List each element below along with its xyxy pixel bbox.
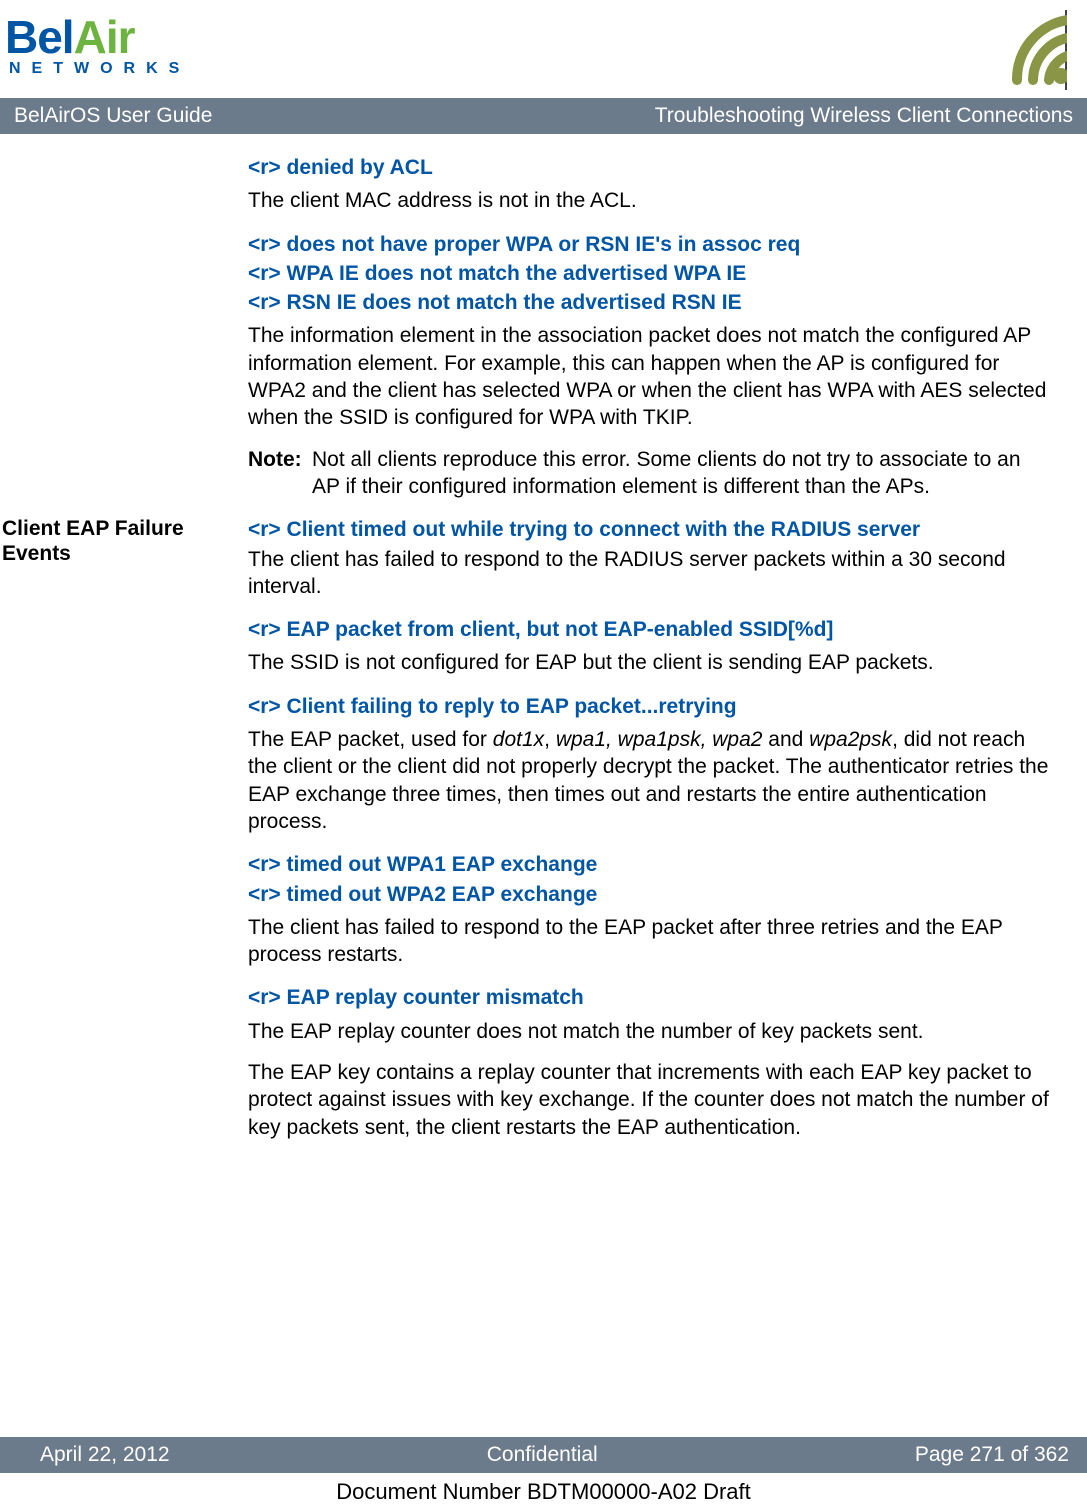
msg-heading: <r> timed out WPA2 EAP exchange bbox=[248, 881, 1049, 908]
chapter-title: Troubleshooting Wireless Client Connecti… bbox=[655, 104, 1073, 128]
logo-main: BelAir bbox=[5, 10, 225, 64]
italic-term: wpa1, wpa1psk, wpa2 bbox=[556, 728, 763, 751]
body-text: The client has failed to respond to the … bbox=[248, 914, 1049, 969]
document-number: Document Number BDTM00000-A02 Draft bbox=[0, 1479, 1087, 1505]
body-text: The information element in the associati… bbox=[248, 322, 1049, 431]
msg-heading: <r> WPA IE does not match the advertised… bbox=[248, 260, 1049, 287]
body-text: The EAP replay counter does not match th… bbox=[248, 1018, 1049, 1045]
msg-heading: <r> Client failing to reply to EAP packe… bbox=[248, 693, 1049, 720]
msg-heading: <r> does not have proper WPA or RSN IE's… bbox=[248, 231, 1049, 258]
msg-heading: <r> EAP replay counter mismatch bbox=[248, 984, 1049, 1011]
note: Note: Not all clients reproduce this err… bbox=[248, 446, 1049, 501]
note-label: Note: bbox=[248, 446, 312, 501]
logo-subtitle: NETWORKS bbox=[9, 60, 225, 78]
footer-page: Page 271 of 362 bbox=[915, 1443, 1069, 1467]
msg-heading: <r> Client timed out while trying to con… bbox=[248, 516, 1049, 543]
msg-heading: <r> RSN IE does not match the advertised… bbox=[248, 289, 1049, 316]
text: , bbox=[544, 728, 556, 751]
body-text: The EAP packet, used for dot1x, wpa1, wp… bbox=[248, 726, 1049, 835]
body-text: The SSID is not configured for EAP but t… bbox=[248, 649, 1049, 676]
sidebar: Client EAP Failure Events bbox=[0, 154, 248, 1155]
italic-term: dot1x bbox=[493, 728, 544, 751]
logo-part-air: Air bbox=[74, 11, 135, 63]
msg-heading: <r> denied by ACL bbox=[248, 154, 1049, 181]
text: and bbox=[762, 728, 809, 751]
footer-confidential: Confidential bbox=[487, 1443, 598, 1467]
body-text: The client MAC address is not in the ACL… bbox=[248, 187, 1049, 214]
main-column: <r> denied by ACL The client MAC address… bbox=[248, 154, 1049, 1155]
title-bar: BelAirOS User Guide Troubleshooting Wire… bbox=[0, 98, 1087, 134]
footer-bar: April 22, 2012 Confidential Page 271 of … bbox=[0, 1437, 1087, 1473]
body-text: The EAP key contains a replay counter th… bbox=[248, 1059, 1049, 1141]
footer-date: April 22, 2012 bbox=[40, 1443, 170, 1467]
ornament-icon bbox=[945, 10, 1067, 90]
page: BelAir NETWORKS BelAirOS User Guide Trou… bbox=[0, 0, 1087, 1511]
note-text: Not all clients reproduce this error. So… bbox=[312, 446, 1049, 501]
text: The EAP packet, used for bbox=[248, 728, 493, 751]
logo-part-bel: Bel bbox=[5, 11, 74, 63]
italic-term: wpa2psk bbox=[809, 728, 892, 751]
top-header: BelAir NETWORKS bbox=[0, 0, 1087, 90]
msg-heading: <r> timed out WPA1 EAP exchange bbox=[248, 851, 1049, 878]
content: Client EAP Failure Events <r> denied by … bbox=[0, 134, 1087, 1155]
body-text: The client has failed to respond to the … bbox=[248, 546, 1049, 601]
logo: BelAir NETWORKS bbox=[5, 10, 225, 78]
msg-heading: <r> EAP packet from client, but not EAP-… bbox=[248, 616, 1049, 643]
guide-title: BelAirOS User Guide bbox=[14, 104, 212, 128]
sidebar-heading: Client EAP Failure Events bbox=[2, 516, 248, 566]
